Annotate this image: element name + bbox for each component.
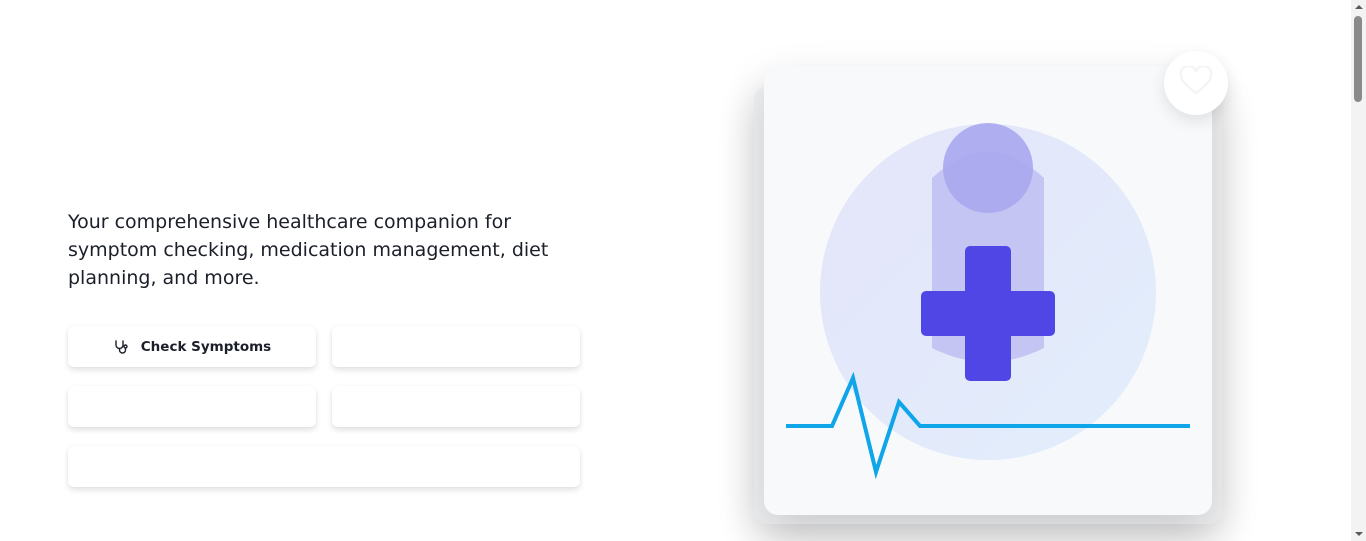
scroll-up-arrow-icon[interactable] <box>1351 0 1366 14</box>
favorite-button[interactable] <box>1164 51 1228 115</box>
page-scrollbar[interactable] <box>1351 0 1366 541</box>
healthcare-illustration <box>786 123 1190 480</box>
scrollbar-thumb[interactable] <box>1354 16 1362 102</box>
figure-head <box>943 123 1033 213</box>
heart-icon <box>1179 64 1213 100</box>
action-button-4[interactable] <box>332 386 580 427</box>
check-symptoms-label: Check Symptoms <box>140 338 272 355</box>
illustration-card <box>764 66 1212 515</box>
action-button-2[interactable] <box>332 326 580 367</box>
hero-description: Your comprehensive healthcare companion … <box>68 211 549 289</box>
stethoscope-icon <box>113 339 129 355</box>
scroll-down-arrow-icon[interactable] <box>1351 527 1366 541</box>
action-button-5[interactable] <box>68 446 580 487</box>
check-symptoms-button[interactable]: Check Symptoms <box>68 326 316 367</box>
action-button-3[interactable] <box>68 386 316 427</box>
